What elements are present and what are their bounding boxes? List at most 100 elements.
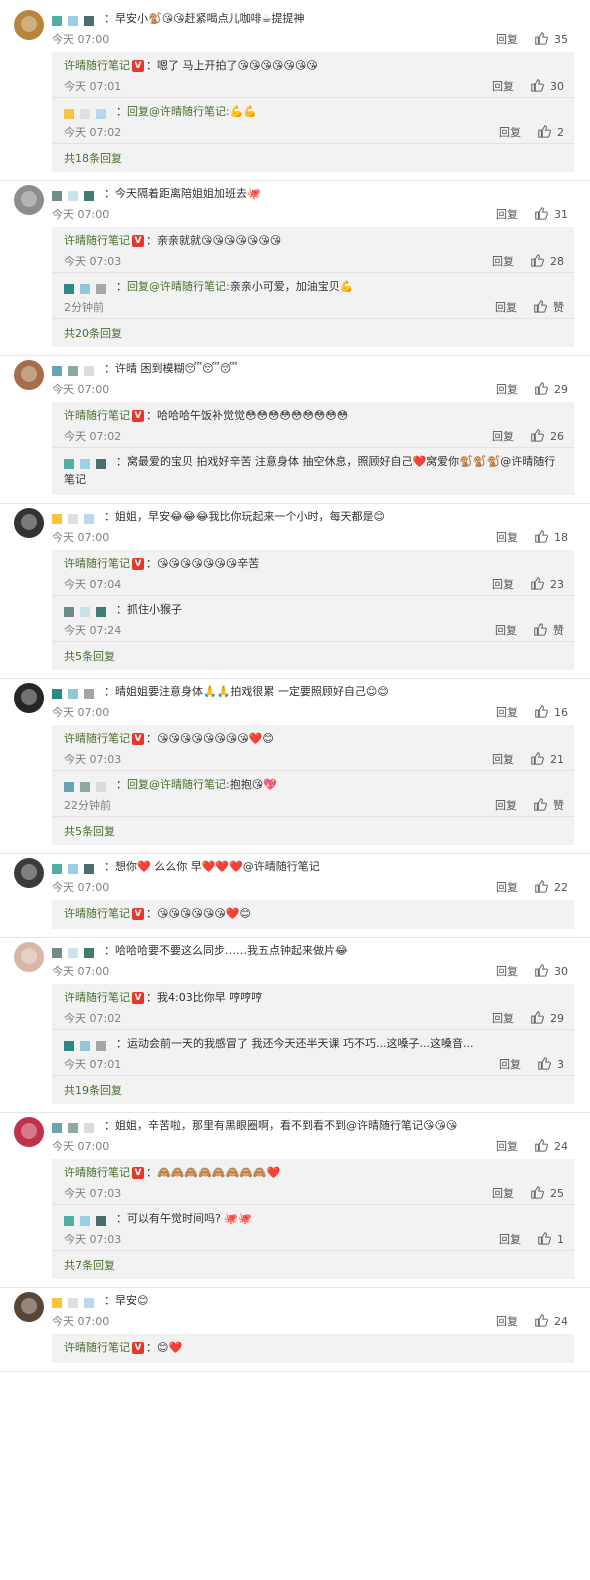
reply-mention-link[interactable]: 回复@许晴随行笔记: [127,280,230,293]
username-mosaic[interactable] [52,687,100,699]
like-count: 22 [554,880,568,894]
like-button[interactable]: 18 [534,529,568,546]
reply-button[interactable]: 回复 [496,381,518,397]
more-replies-link[interactable]: 共5条回复 [52,642,574,670]
avatar[interactable] [14,1117,44,1147]
reply-button[interactable]: 回复 [496,1313,518,1329]
username-mosaic[interactable] [52,1121,100,1133]
verified-badge-icon: V [132,60,144,72]
like-button[interactable]: 3 [537,1056,564,1073]
username-mosaic[interactable] [64,780,112,792]
meta-row: 今天 07:03 回复 1 [64,1228,574,1250]
reply-button[interactable]: 回复 [499,1231,521,1247]
like-button[interactable]: 30 [530,78,564,95]
author-link[interactable]: 许晴随行笔记 [64,557,130,570]
username-mosaic[interactable] [52,946,100,958]
author-link[interactable]: 许晴随行笔记 [64,1166,130,1179]
more-replies-link[interactable]: 共5条回复 [52,817,574,845]
colon: ： [116,1212,127,1225]
reply-box: 许晴随行笔记 V ：亲亲就就😘😘😘😘😘😘😘 今天 07:03 回复 28 ：回复@许晴随行笔… [52,227,574,347]
reply-button[interactable]: 回复 [499,124,521,140]
like-button[interactable]: 25 [530,1185,564,1202]
reply-button[interactable]: 回复 [492,428,514,444]
like-button[interactable]: 23 [530,576,564,593]
author-link[interactable]: 许晴随行笔记 [64,234,130,247]
reply-mention-link[interactable]: 回复@许晴随行笔记: [127,105,230,118]
reply-button[interactable]: 回复 [492,78,514,94]
username-mosaic[interactable] [64,1039,112,1051]
avatar[interactable] [14,360,44,390]
more-replies-link[interactable]: 共19条回复 [52,1076,574,1104]
avatar[interactable] [14,185,44,215]
avatar[interactable] [14,683,44,713]
reply-button[interactable]: 回复 [492,253,514,269]
author-link[interactable]: 许晴随行笔记 [64,732,130,745]
like-button[interactable]: 赞 [533,622,564,639]
like-button[interactable]: 21 [530,751,564,768]
reply-button[interactable]: 回复 [496,529,518,545]
username-mosaic[interactable] [52,862,100,874]
username-mosaic[interactable] [64,457,112,469]
timestamp: 今天 07:03 [64,1187,122,1200]
more-replies-link[interactable]: 共20条回复 [52,319,574,347]
reply-button[interactable]: 回复 [496,206,518,222]
reply-button[interactable]: 回复 [496,704,518,720]
reply-button[interactable]: 回复 [495,299,517,315]
username-mosaic[interactable] [64,605,112,617]
avatar[interactable] [14,858,44,888]
reply-button[interactable]: 回复 [495,622,517,638]
username-mosaic[interactable] [64,1214,112,1226]
avatar[interactable] [14,1292,44,1322]
reply-button[interactable]: 回复 [492,751,514,767]
like-count: 赞 [553,799,564,812]
like-button[interactable]: 31 [534,206,568,223]
like-button[interactable]: 1 [537,1231,564,1248]
username-mosaic[interactable] [64,107,112,119]
author-link[interactable]: 许晴随行笔记 [64,991,130,1004]
reply-button[interactable]: 回复 [496,879,518,895]
reply-button[interactable]: 回复 [492,1185,514,1201]
username-mosaic[interactable] [52,1296,100,1308]
reply-button[interactable]: 回复 [492,1010,514,1026]
colon: ： [104,187,115,200]
like-button[interactable]: 28 [530,253,564,270]
like-count: 1 [557,1232,564,1246]
like-button[interactable]: 2 [537,124,564,141]
like-button[interactable]: 赞 [533,299,564,316]
like-button[interactable]: 35 [534,31,568,48]
reply-button[interactable]: 回复 [496,1138,518,1154]
thumbs-up-icon [534,381,548,398]
author-link[interactable]: 许晴随行笔记 [64,1341,130,1354]
like-button[interactable]: 29 [530,1010,564,1027]
reply-button[interactable]: 回复 [496,31,518,47]
avatar[interactable] [14,942,44,972]
like-button[interactable]: 24 [534,1138,568,1155]
like-button[interactable]: 24 [534,1313,568,1330]
like-button[interactable]: 16 [534,704,568,721]
avatar[interactable] [14,508,44,538]
timestamp: 今天 07:03 [64,255,122,268]
author-link[interactable]: 许晴随行笔记 [64,907,130,920]
username-mosaic[interactable] [52,364,100,376]
like-button[interactable]: 30 [534,963,568,980]
colon: ： [116,778,127,791]
like-count: 2 [557,125,564,139]
username-mosaic[interactable] [52,189,100,201]
reply-button[interactable]: 回复 [492,576,514,592]
username-mosaic[interactable] [64,282,112,294]
like-button[interactable]: 22 [534,879,568,896]
author-link[interactable]: 许晴随行笔记 [64,59,130,72]
reply-button[interactable]: 回复 [499,1056,521,1072]
like-button[interactable]: 29 [534,381,568,398]
more-replies-link[interactable]: 共7条回复 [52,1251,574,1279]
username-mosaic[interactable] [52,512,100,524]
reply-button[interactable]: 回复 [496,963,518,979]
reply-button[interactable]: 回复 [495,797,517,813]
like-button[interactable]: 赞 [533,797,564,814]
avatar[interactable] [14,10,44,40]
like-button[interactable]: 26 [530,428,564,445]
username-mosaic[interactable] [52,14,100,26]
author-link[interactable]: 许晴随行笔记 [64,409,130,422]
reply-mention-link[interactable]: 回复@许晴随行笔记: [127,778,230,791]
more-replies-link[interactable]: 共18条回复 [52,144,574,172]
